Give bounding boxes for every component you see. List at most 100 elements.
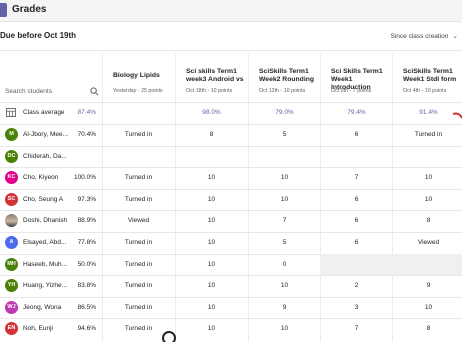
grade-cell[interactable]: 9: [392, 282, 462, 289]
student-percent: 88.9%: [77, 217, 96, 224]
assignment-column-header[interactable]: Biology Lipids Yesterday - 25 points: [102, 54, 175, 102]
grade-cell[interactable]: 10: [248, 174, 321, 181]
assignment-due-info: Oct 12th - 10 points: [259, 88, 306, 94]
student-row[interactable]: SC Cho, Seung A 97.3% Turned in 10 10 6 10: [0, 189, 462, 211]
grade-cell[interactable]: Turned in: [102, 196, 175, 203]
grade-cell[interactable]: 2: [320, 282, 393, 289]
avatar: M: [5, 128, 18, 141]
avatar: EN: [5, 322, 18, 335]
header-divider: [0, 50, 462, 51]
grade-cell[interactable]: 10: [175, 239, 248, 246]
grade-cell[interactable]: 10: [248, 282, 321, 289]
avatar: [5, 214, 18, 227]
student-name[interactable]: Jeong, Wona: [23, 304, 61, 311]
grade-cell[interactable]: 6: [320, 196, 393, 203]
grade-cell[interactable]: 10: [175, 304, 248, 311]
student-row[interactable]: KC Cho, Kiyeon 100.0% Turned in 10 10 7 10: [0, 167, 462, 189]
grade-cell[interactable]: 8: [392, 217, 462, 224]
student-row[interactable]: M Al-Jbory, Mee... 70.4% Turned in 8 5 6 Turned…: [0, 124, 462, 146]
grade-cell[interactable]: Turned in: [102, 304, 175, 311]
grade-cell[interactable]: Turned in: [102, 174, 175, 181]
grade-cell[interactable]: 7: [320, 174, 393, 181]
student-row[interactable]: Doshi, Dhanish 88.9% Viewed 10 7 6 8: [0, 210, 462, 232]
assignment-title-line: SciSkills Term1: [403, 68, 453, 75]
grade-cell[interactable]: 10: [175, 217, 248, 224]
grade-cell[interactable]: 10: [175, 174, 248, 181]
avatar: MH: [5, 258, 18, 271]
assignment-due-info: Oct 4th - 10 points: [403, 88, 447, 94]
grade-cell[interactable]: 10: [392, 304, 462, 311]
assignment-column-header[interactable]: SciSkills Term1 Week1 Stdl form Oct 4th - …: [392, 54, 462, 102]
grade-cell[interactable]: 0: [248, 261, 321, 268]
red-annotation-mark: [452, 112, 462, 119]
class-average-percent: 87.4%: [77, 109, 96, 116]
student-name[interactable]: Noh, Eunji: [23, 325, 53, 332]
assignment-column-header[interactable]: Sci Skills Term1 Week1 Introduction Oct 6t…: [320, 54, 393, 102]
student-row[interactable]: WJ Jeong, Wona 86.5% Turned in 10 9 3 10: [0, 297, 462, 319]
grade-cell[interactable]: Turned in: [102, 131, 175, 138]
assignment-title-line: Sci Skills Term1: [331, 68, 383, 75]
student-row[interactable]: A Elsayed, Abd... 77.8% Turned in 10 5 6 Viewed: [0, 232, 462, 254]
grade-cell[interactable]: 3: [320, 304, 393, 311]
sort-dropdown[interactable]: Since class creation ⌄: [391, 32, 459, 40]
grade-cell[interactable]: 10: [392, 174, 462, 181]
grade-cell[interactable]: Viewed: [392, 239, 462, 246]
student-name[interactable]: Cho, Kiyeon: [23, 174, 58, 181]
grade-cell[interactable]: 10: [175, 261, 248, 268]
search-icon[interactable]: [90, 87, 99, 96]
student-percent: 70.4%: [77, 131, 96, 138]
student-percent: 86.5%: [77, 304, 96, 311]
student-row[interactable]: EN Noh, Eunji 94.6% Turned in 10 10 7 8: [0, 318, 462, 340]
grade-cell[interactable]: Turned in: [102, 239, 175, 246]
student-name[interactable]: Elsayed, Abd...: [23, 239, 66, 246]
grade-cell[interactable]: 9: [248, 304, 321, 311]
student-name[interactable]: Cho, Seung A: [23, 196, 63, 203]
app-accent-bar: [0, 3, 7, 17]
avatar: A: [5, 236, 18, 249]
assignment-title: Sci skills Term1 week3 Android vs: [186, 68, 244, 84]
avatar: DC: [5, 150, 18, 163]
student-name[interactable]: Chiderah, Da...: [23, 153, 67, 160]
grade-cell[interactable]: 7: [248, 217, 321, 224]
grade-cell[interactable]: 10: [248, 196, 321, 203]
student-row[interactable]: DC Chiderah, Da...: [0, 146, 462, 168]
class-average-label: Class average: [23, 109, 65, 116]
grade-cell[interactable]: 10: [175, 196, 248, 203]
student-name[interactable]: Haseeb, Muh...: [23, 261, 67, 268]
grade-cell[interactable]: Turned in: [392, 131, 462, 138]
app-header: Grades: [0, 0, 462, 22]
grade-cell[interactable]: 6: [320, 131, 393, 138]
avatar: WJ: [5, 301, 18, 314]
avatar: YH: [5, 279, 18, 292]
grade-cell[interactable]: 6: [320, 239, 393, 246]
student-name[interactable]: Huang, Yizhe...: [23, 282, 67, 289]
assignment-due-info: Oct 18th - 10 points: [186, 88, 233, 94]
empty-grade-cell: [392, 254, 462, 276]
assignment-column-header[interactable]: Sci skills Term1 week3 Android vs Oct 18th…: [175, 54, 248, 102]
grade-cell[interactable]: 5: [248, 131, 321, 138]
student-name[interactable]: Doshi, Dhanish: [23, 217, 67, 224]
grade-cell[interactable]: 10: [248, 325, 321, 332]
grade-cell[interactable]: Turned in: [102, 261, 175, 268]
grade-cell[interactable]: 8: [392, 325, 462, 332]
student-row[interactable]: MH Haseeb, Muh... 50.0% Turned in 10 0: [0, 254, 462, 276]
student-name[interactable]: Al-Jbory, Mee...: [23, 131, 68, 138]
assignment-column-header[interactable]: SciSkills Term1 Week2 Rounding Oct 12th - …: [248, 54, 321, 102]
grade-cell[interactable]: 10: [175, 325, 248, 332]
class-average-cell: 79.0%: [275, 109, 294, 116]
assignment-due-info: Yesterday - 25 points: [113, 88, 163, 94]
assignment-due-info: Oct 6th - 7 points: [331, 88, 372, 94]
search-students-input[interactable]: Search students: [5, 86, 101, 100]
grade-cell[interactable]: 10: [392, 196, 462, 203]
student-row[interactable]: YH Huang, Yizhe... 83.8% Turned in 10 10 2 9: [0, 275, 462, 297]
grade-cell[interactable]: Turned in: [102, 325, 175, 332]
grade-cell[interactable]: 10: [175, 282, 248, 289]
avatar: KC: [5, 171, 18, 184]
grade-cell[interactable]: 5: [248, 239, 321, 246]
assignment-title-line: Week2 Rounding: [259, 76, 315, 83]
grade-cell[interactable]: Viewed: [102, 217, 175, 224]
grade-cell[interactable]: Turned in: [102, 282, 175, 289]
grade-cell[interactable]: 6: [320, 217, 393, 224]
grade-cell[interactable]: 7: [320, 325, 393, 332]
grade-cell[interactable]: 8: [175, 131, 248, 138]
